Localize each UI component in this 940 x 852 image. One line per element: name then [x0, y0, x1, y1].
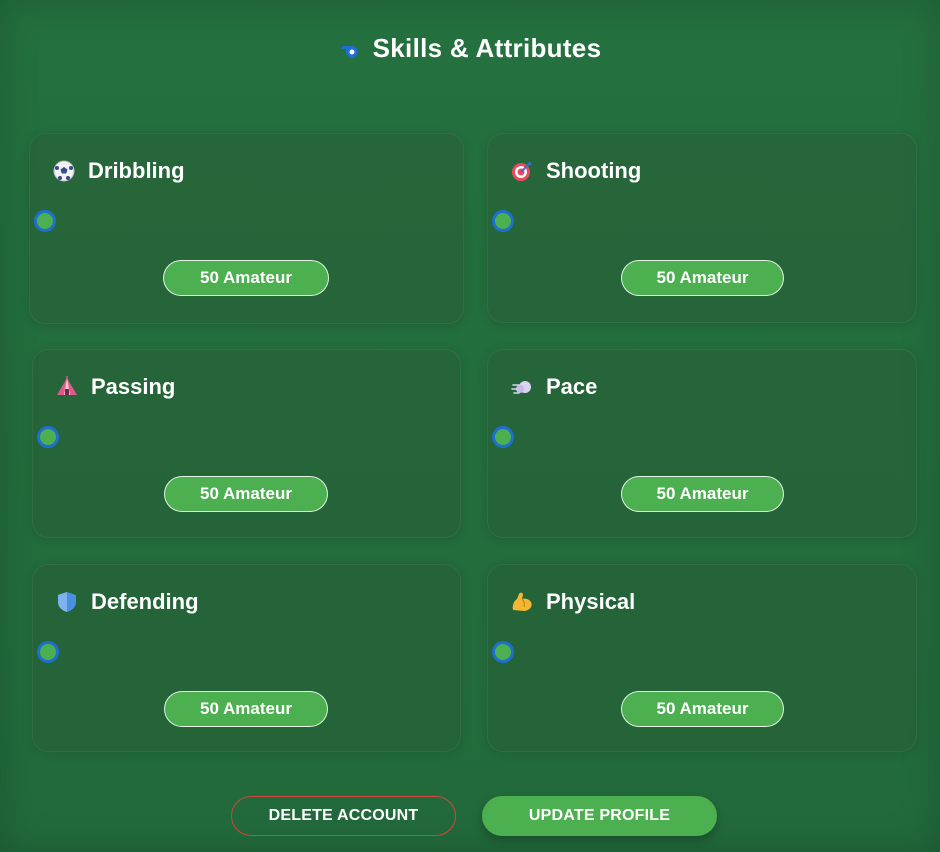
header: Skills & Attributes [0, 33, 940, 64]
skill-card-header: Defending [55, 589, 199, 615]
skill-slider-thumb[interactable] [492, 426, 514, 448]
skill-slider-track[interactable] [39, 438, 444, 444]
skill-slider-thumb[interactable] [34, 210, 56, 232]
skill-card-passing: Passing 50 Amateur [32, 349, 461, 538]
skill-level-badge: 50 Amateur [621, 476, 784, 512]
whistle-icon [339, 39, 363, 59]
flexed-biceps-icon [510, 590, 534, 614]
skill-card-defending: Defending 50 Amateur [32, 564, 461, 752]
skill-card-physical: Physical 50 Amateur [487, 564, 917, 752]
skill-card-header: Passing [55, 374, 175, 400]
skill-level-badge: 50 Amateur [164, 476, 328, 512]
skill-slider-track[interactable] [494, 653, 900, 659]
update-profile-button[interactable]: UPDATE PROFILE [482, 796, 717, 836]
skill-card-pace: Pace 50 Amateur [487, 349, 917, 538]
skill-card-header: Dribbling [52, 158, 185, 184]
skill-card-shooting: Shooting 50 Amateur [487, 133, 917, 323]
shield-icon [55, 590, 79, 614]
skill-label: Dribbling [88, 158, 185, 183]
skill-label: Shooting [546, 158, 642, 183]
skill-slider-track[interactable] [494, 438, 900, 444]
circus-tent-icon [55, 375, 79, 399]
skill-slider-thumb[interactable] [492, 641, 514, 663]
skill-slider-track[interactable] [36, 222, 447, 228]
page-title: Skills & Attributes [372, 33, 602, 63]
skill-slider-thumb[interactable] [37, 641, 59, 663]
skill-slider-thumb[interactable] [37, 426, 59, 448]
skill-label: Physical [546, 589, 636, 614]
target-icon [510, 159, 534, 183]
dash-icon [510, 375, 534, 399]
skill-slider-thumb[interactable] [492, 210, 514, 232]
skill-card-header: Shooting [510, 158, 641, 184]
skill-level-badge: 50 Amateur [621, 260, 784, 296]
skill-card-header: Pace [510, 374, 597, 400]
delete-account-button[interactable]: DELETE ACCOUNT [231, 796, 456, 836]
skill-level-badge: 50 Amateur [621, 691, 784, 727]
skill-card-dribbling: Dribbling 50 Amateur [29, 133, 464, 324]
skill-label: Pace [546, 374, 598, 399]
skill-level-badge: 50 Amateur [163, 260, 329, 296]
skill-slider-track[interactable] [39, 653, 444, 659]
skill-level-badge: 50 Amateur [164, 691, 328, 727]
skill-card-header: Physical [510, 589, 635, 615]
skill-label: Passing [91, 374, 176, 399]
skill-slider-track[interactable] [494, 222, 900, 228]
soccer-ball-icon [52, 159, 76, 183]
skill-label: Defending [91, 589, 199, 614]
skills-panel: Skills & Attributes Dribbling 50 Amateur [0, 0, 940, 852]
